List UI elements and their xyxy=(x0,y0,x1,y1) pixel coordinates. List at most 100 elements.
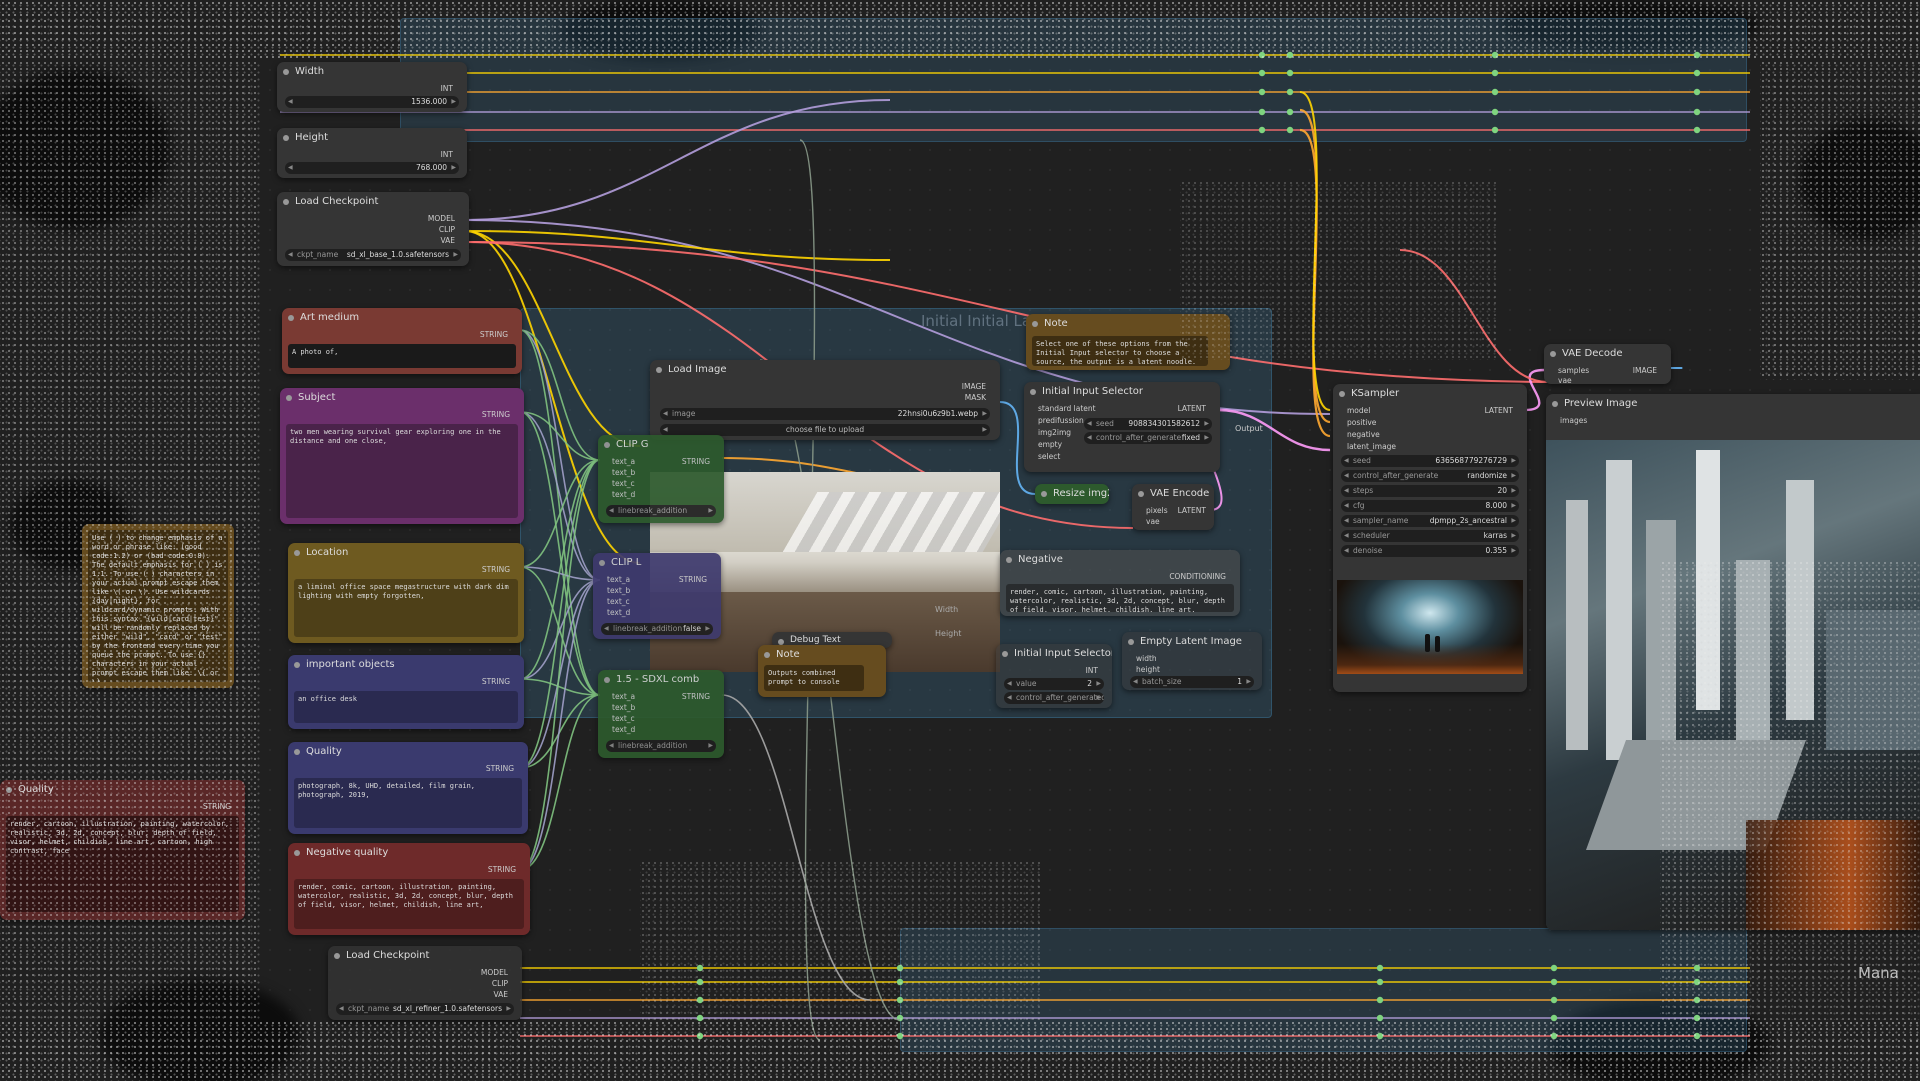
slot-dot[interactable] xyxy=(1693,51,1701,59)
slot-dot[interactable] xyxy=(1550,1032,1558,1040)
steps-widget[interactable]: steps 20 xyxy=(1341,485,1519,497)
slot-dot[interactable] xyxy=(696,964,704,972)
slot-dot[interactable] xyxy=(896,1032,904,1040)
art-medium-textarea[interactable]: A photo of, xyxy=(288,344,516,368)
node-negative-quality[interactable]: Negative quality STRING render, comic, c… xyxy=(288,843,530,935)
batch-size-widget[interactable]: batch_size 1 xyxy=(1130,676,1254,688)
node-clip-l[interactable]: CLIP L STRING text_a text_b text_c text_… xyxy=(593,553,721,639)
slot-dot[interactable] xyxy=(1693,996,1701,1004)
slot-dot[interactable] xyxy=(1550,964,1558,972)
value-widget[interactable]: value 2 xyxy=(1004,678,1104,690)
node-initial-input-selector[interactable]: Initial Input Selector LATENT standard l… xyxy=(1024,382,1220,472)
slot-dot[interactable] xyxy=(1258,126,1266,134)
slot-dot[interactable] xyxy=(1693,964,1701,972)
slot-dot[interactable] xyxy=(1550,1014,1558,1022)
node-load-checkpoint[interactable]: Load Checkpoint MODEL CLIP VAE ckpt_name… xyxy=(277,192,469,266)
slot-dot[interactable] xyxy=(1258,69,1266,77)
node-note-top[interactable]: Note Select one of these options from th… xyxy=(1026,314,1230,370)
seed-widget[interactable]: seed 636568779276729 xyxy=(1341,455,1519,467)
slot-dot[interactable] xyxy=(1693,1014,1701,1022)
side-quality-textarea[interactable]: render, cartoon, illustration, painting,… xyxy=(6,816,239,912)
control-after-generate-widget[interactable]: control_after_generate randomize xyxy=(1341,470,1519,482)
subject-textarea[interactable]: two men wearing survival gear exploring … xyxy=(286,424,518,518)
node-art-medium[interactable]: Art medium STRING A photo of, xyxy=(282,308,522,374)
node-quality[interactable]: Quality STRING photograph, 8k, UHD, deta… xyxy=(288,742,528,834)
slot-dot[interactable] xyxy=(1550,996,1558,1004)
slot-dot[interactable] xyxy=(1258,51,1266,59)
cag-widget[interactable]: control_after_generatedfixed xyxy=(1004,692,1104,704)
quality-textarea[interactable]: photograph, 8k, UHD, detailed, film grai… xyxy=(294,778,522,828)
cfg-widget[interactable]: cfg 8.000 xyxy=(1341,500,1519,512)
node-initial-input-selector-2[interactable]: Initial Input Selector INT value 2 contro… xyxy=(996,644,1112,708)
important-objects-textarea[interactable]: an office desk xyxy=(294,691,518,723)
slot-dot[interactable] xyxy=(896,978,904,986)
slot-dot[interactable] xyxy=(1286,88,1294,96)
slot-dot[interactable] xyxy=(1550,978,1558,986)
slot-dot[interactable] xyxy=(1376,1032,1384,1040)
slot-dot[interactable] xyxy=(1286,126,1294,134)
node-sdxl-comb[interactable]: 1.5 - SDXL comb STRING text_a text_b tex… xyxy=(598,670,724,758)
node-location[interactable]: Location STRING a liminal office space m… xyxy=(288,543,524,643)
node-side-quality[interactable]: Quality STRING render, cartoon, illustra… xyxy=(0,780,245,920)
node-negative[interactable]: Negative CONDITIONING render, comic, car… xyxy=(1000,550,1240,616)
node-clip-g[interactable]: CLIP G STRING text_a text_b text_c text_… xyxy=(598,435,724,523)
node-load-image[interactable]: Load Image IMAGE MASK image 22hnsi0u6z9b1… xyxy=(650,360,1000,440)
linebreak-widget[interactable]: linebreak_additionfalse xyxy=(606,740,716,752)
node-ksampler[interactable]: KSampler LATENT model positive negative … xyxy=(1333,384,1527,692)
manager-button[interactable]: Mana xyxy=(1858,964,1899,982)
slot-dot[interactable] xyxy=(1258,108,1266,116)
slot-dot[interactable] xyxy=(1491,69,1499,77)
scheduler-widget[interactable]: scheduler karras xyxy=(1341,530,1519,542)
node-note-small[interactable]: Note Outputs combined prompt to console xyxy=(758,645,886,697)
side-note-textarea[interactable]: Use ( ) to change emphasis of a word or … xyxy=(88,530,228,682)
negative-textarea[interactable]: render, comic, cartoon, illustration, pa… xyxy=(1006,584,1234,612)
slot-dot[interactable] xyxy=(1693,978,1701,986)
node-vae-encode[interactable]: VAE Encode LATENT pixels vae xyxy=(1132,484,1214,530)
linebreak-widget[interactable]: linebreak_additionfalse xyxy=(601,623,713,635)
node-empty-latent[interactable]: Empty Latent Image width height batch_si… xyxy=(1122,632,1262,690)
slot-dot[interactable] xyxy=(1693,88,1701,96)
slot-dot[interactable] xyxy=(1376,978,1384,986)
ckpt-name-widget[interactable]: ckpt_namesd_xl_refiner_1.0.safetensors xyxy=(336,1003,514,1015)
slot-dot[interactable] xyxy=(696,1014,704,1022)
slot-dot[interactable] xyxy=(1286,108,1294,116)
note-small-textarea[interactable]: Outputs combined prompt to console xyxy=(764,665,864,691)
slot-dot[interactable] xyxy=(1693,126,1701,134)
slot-dot[interactable] xyxy=(1258,88,1266,96)
width-value-widget[interactable]: 1536.000 xyxy=(285,96,459,108)
slot-dot[interactable] xyxy=(1376,1014,1384,1022)
slot-dot[interactable] xyxy=(1491,51,1499,59)
location-textarea[interactable]: a liminal office space megastructure wit… xyxy=(294,579,518,637)
image-select-widget[interactable]: image 22hnsi0u6z9b1.webp xyxy=(660,408,990,420)
node-side-note[interactable]: Use ( ) to change emphasis of a word or … xyxy=(82,524,234,688)
slot-dot[interactable] xyxy=(1491,126,1499,134)
node-load-checkpoint-2[interactable]: Load Checkpoint MODEL CLIP VAE ckpt_name… xyxy=(328,946,522,1020)
linebreak-widget[interactable]: linebreak_additionfalse xyxy=(606,505,716,517)
slot-dot[interactable] xyxy=(1491,88,1499,96)
slot-dot[interactable] xyxy=(1491,108,1499,116)
denoise-widget[interactable]: denoise 0.355 xyxy=(1341,545,1519,557)
node-important-objects[interactable]: important objects STRING an office desk xyxy=(288,655,524,729)
height-value-widget[interactable]: 768.000 xyxy=(285,162,459,174)
ckpt-name-widget[interactable]: ckpt_name sd_xl_base_1.0.safetensors xyxy=(285,249,461,261)
node-height[interactable]: Height INT 768.000 xyxy=(277,128,467,178)
node-vae-decode[interactable]: VAE Decode IMAGE samples vae xyxy=(1544,344,1671,384)
control-after-generate-widget[interactable]: control_after_generatefixed xyxy=(1084,432,1212,444)
slot-dot[interactable] xyxy=(1693,69,1701,77)
slot-dot[interactable] xyxy=(696,1032,704,1040)
seed-widget[interactable]: seed 908834301582612 xyxy=(1084,418,1212,430)
slot-dot[interactable] xyxy=(1286,51,1294,59)
slot-dot[interactable] xyxy=(696,978,704,986)
node-preview-image[interactable]: Preview Image images xyxy=(1546,394,1920,930)
slot-dot[interactable] xyxy=(696,996,704,1004)
node-subject[interactable]: Subject STRING two men wearing survival … xyxy=(280,388,524,524)
negative-quality-textarea[interactable]: render, comic, cartoon, illustration, pa… xyxy=(294,879,524,929)
slot-dot[interactable] xyxy=(1376,996,1384,1004)
node-resize-img2img[interactable]: Resize img2mg xyxy=(1035,484,1109,504)
sampler-name-widget[interactable]: sampler_name dpmpp_2s_ancestral xyxy=(1341,515,1519,527)
node-width[interactable]: Width INT 1536.000 xyxy=(277,62,467,112)
slot-dot[interactable] xyxy=(1286,69,1294,77)
slot-dot[interactable] xyxy=(1376,964,1384,972)
slot-dot[interactable] xyxy=(896,996,904,1004)
note-top-textarea[interactable]: Select one of these options from the Ini… xyxy=(1032,336,1208,366)
